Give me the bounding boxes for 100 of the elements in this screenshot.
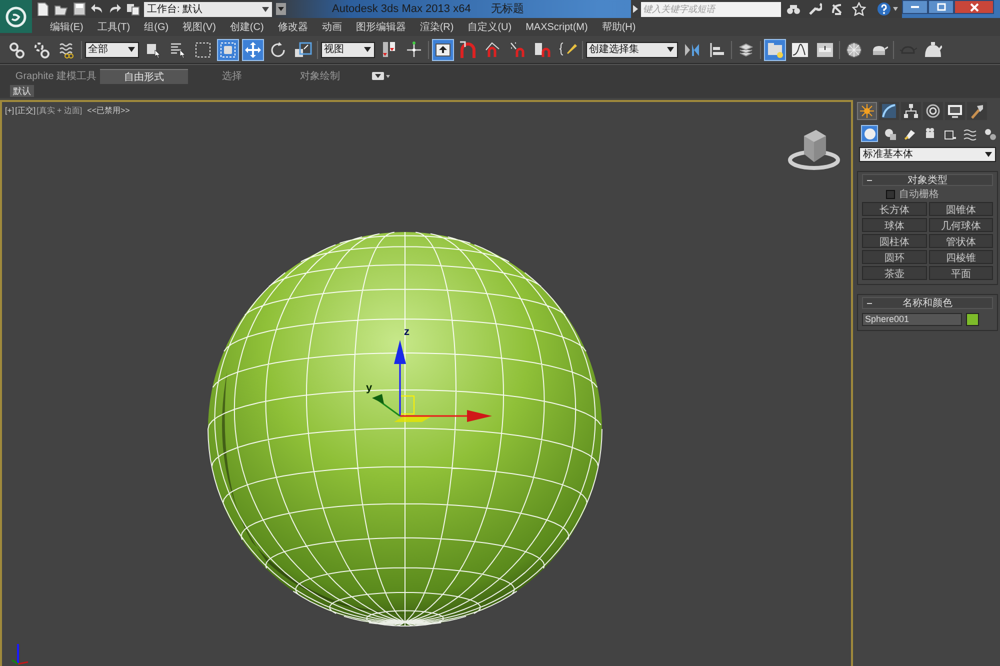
rollout-header[interactable]: 名称和颜色 [862,297,993,309]
rotate-icon [269,40,287,58]
systems-icon [982,126,996,140]
object-type-button[interactable]: 圆环 [862,250,926,264]
object-type-button[interactable]: 圆锥体 [928,202,993,216]
snap-magnet-icon [459,40,477,58]
sun-icon [859,103,875,119]
dropdown[interactable]: 创建选择集 [586,42,678,58]
viewport-label[interactable]: [真实 + 边面] [36,105,82,117]
move-icon [244,40,262,58]
layers-icon [737,40,755,58]
rollout-header[interactable]: 对象类型 [862,174,993,186]
menu-item[interactable]: MAXScript(M) [518,20,595,34]
star-button[interactable] [849,1,869,17]
menu-item[interactable]: 修改器 [270,20,315,34]
ribbon-tab[interactable]: Graphite 建模工具 [12,69,100,84]
menu-item[interactable]: 动画 [314,20,349,34]
rollout-title: 名称和颜色 [902,296,952,310]
satellite-dish-icon [830,2,844,16]
minimize-icon [911,6,919,8]
save-button[interactable] [72,2,86,16]
app-menu-button[interactable] [0,0,32,33]
object-type-button[interactable]: 球体 [862,218,926,232]
menu-item[interactable]: 渲染(R) [412,20,461,34]
checkbox-label: 自动栅格 [899,188,939,202]
name-field[interactable]: Sphere001 [862,313,962,326]
angle-snap-icon [484,40,502,58]
menu-item[interactable]: 创建(C) [222,20,271,34]
axis-label: z [404,325,410,340]
monitor-icon [947,103,963,119]
menu-item[interactable]: 自定义(U) [460,20,519,34]
object-type-button[interactable]: 茶壶 [862,266,926,280]
command-panel-tab[interactable] [945,102,965,120]
ribbon-tab[interactable]: 自由形式 [100,69,188,84]
expand-icon[interactable] [631,4,639,14]
wave-link-icon [58,40,76,58]
percent-snap-icon [509,40,527,58]
maximize-button[interactable] [928,0,954,14]
window-title: Autodesk 3ds Max 2013 x64 [332,2,471,17]
menu-item[interactable]: 工具(T) [90,20,138,34]
command-panel-tab[interactable] [923,102,943,120]
search-field[interactable]: 键入关键字或短语 [641,2,781,16]
shapes-icon [882,126,896,140]
object-type-button[interactable]: 圆柱体 [862,234,926,248]
transform-gizmo-drawing[interactable] [372,340,492,422]
curve-editor-icon [791,40,809,58]
window-crossing-icon [219,40,237,58]
object-type-button[interactable]: 管状体 [928,234,993,248]
viewport-label[interactable]: [+] [5,105,14,117]
window-crossing-button[interactable] [217,38,239,60]
object-type-button[interactable]: 平面 [928,266,993,280]
menu-item[interactable]: 组(G) [137,20,176,34]
teapot-icon [924,40,942,58]
object-type-button[interactable]: 四棱锥 [928,250,993,264]
edit-selection-set-icon [559,40,577,58]
motion-icon [925,103,941,119]
new-file-icon [36,2,50,16]
command-panel-tab[interactable] [967,102,987,120]
menu-item[interactable]: 图形编辑器 [348,20,413,34]
viewport-label[interactable]: <<已禁用>> [87,105,130,117]
ribbon-options-button[interactable] [372,70,390,82]
ribbon-tab[interactable]: 选择 [188,69,276,84]
caret-icon[interactable] [276,3,286,15]
move-button[interactable] [242,38,264,60]
command-panel-tab[interactable] [879,102,899,120]
caret-icon [262,6,269,12]
ribbon-tab[interactable]: 对象绘制 [276,69,364,84]
object-type-button[interactable]: 长方体 [862,202,926,216]
align-icon [708,40,726,58]
command-panel-tab[interactable] [901,102,921,120]
dropdown[interactable]: 全部 [85,42,139,58]
object-type-button[interactable]: 几何球体 [928,218,993,232]
material-editor-icon [845,40,863,58]
dropdown[interactable]: 视图 [321,42,375,58]
new-file-button[interactable] [36,2,50,16]
hammer-icon [969,103,985,119]
scale-icon [294,40,312,58]
close-button[interactable] [954,0,994,14]
folder-light-button[interactable] [764,38,786,60]
menu-item[interactable]: 帮助(H) [594,20,643,34]
space-warp-icon [962,126,976,140]
category-dropdown[interactable]: 标准基本体 [859,147,996,162]
manipulate-icon [405,40,423,58]
selection-region-icon [194,40,212,58]
sphere-drawing[interactable] [208,232,602,626]
ribbon-panel-tab[interactable]: 默认 [10,85,34,97]
minimize-button[interactable] [902,0,928,14]
checkbox[interactable] [886,190,895,198]
menu-item[interactable]: 编辑(E) [43,20,90,34]
schematic-view-icon [816,40,834,58]
sphere-icon [862,126,876,140]
help-button[interactable] [877,1,898,17]
viewport-label[interactable]: [正交] [15,105,36,117]
logo-icon [5,6,27,28]
restore-icon [936,3,946,11]
workspace-dropdown[interactable]: 工作台: 默认 [144,2,272,16]
folder-light-icon [766,40,784,58]
menu-item[interactable]: 视图(V) [176,20,223,34]
color-swatch[interactable] [966,313,979,326]
close-icon [970,2,978,12]
